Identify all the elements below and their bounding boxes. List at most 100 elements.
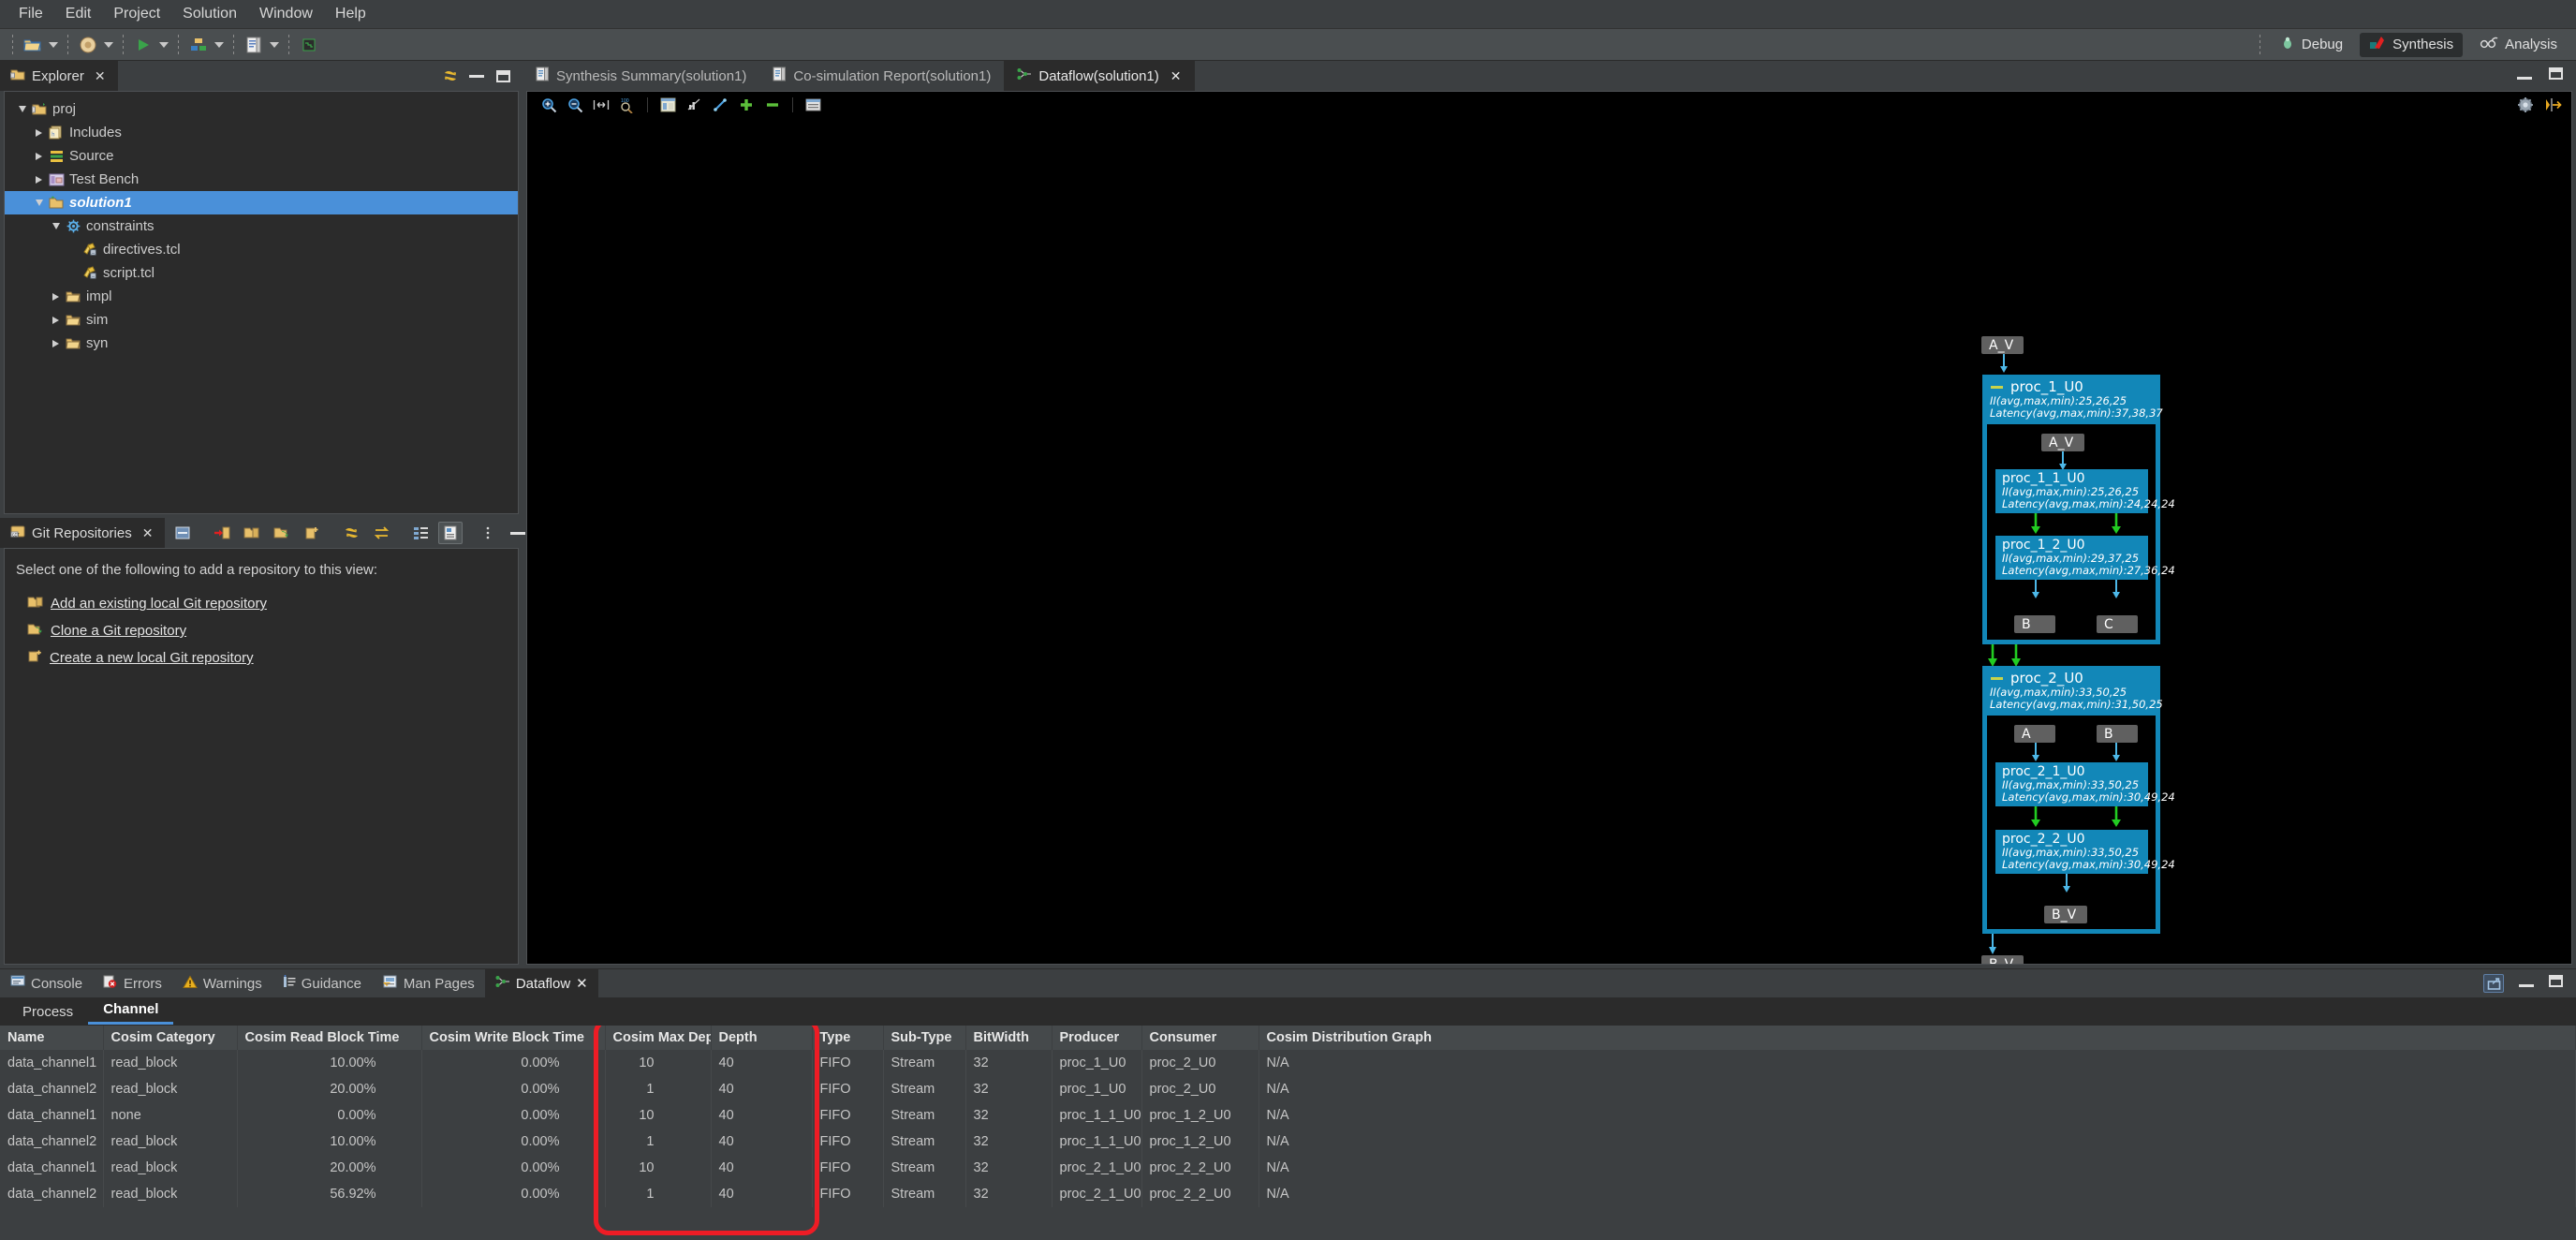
col-name[interactable]: Name: [0, 1026, 104, 1050]
graph-port-bottom-bv[interactable]: B_V: [1981, 955, 2024, 964]
graph-block-proc-1-1-u0[interactable]: proc_1_1_U0 II(avg,max,min):25,26,25 Lat…: [1995, 469, 2175, 513]
graph-port-a[interactable]: A: [2014, 725, 2055, 743]
table-row[interactable]: data_channel1 none 0.00% 0.00% 10 40 FIFO Strea…: [0, 1102, 2576, 1129]
col-cosim-max-depth[interactable]: Cosim Max Depth: [605, 1026, 712, 1050]
list-icon[interactable]: [801, 94, 825, 116]
tree-compare-icon[interactable]: [408, 522, 433, 544]
col-depth[interactable]: Depth: [711, 1026, 813, 1050]
collapse-minus-icon[interactable]: [1991, 385, 2003, 389]
menu-file[interactable]: File: [7, 4, 54, 24]
dataflow-canvas[interactable]: A_V proc_1_U0 II(avg,max,min):25,26,25 L…: [527, 118, 2571, 964]
close-icon[interactable]: ✕: [142, 525, 154, 541]
menu-edit[interactable]: Edit: [54, 4, 103, 24]
collapse-all-icon[interactable]: [760, 94, 785, 116]
graph-port-top-av[interactable]: A_V: [1981, 336, 2024, 354]
col-type[interactable]: Type: [812, 1026, 884, 1050]
graph-port-b2[interactable]: B: [2097, 725, 2138, 743]
expand-all-icon[interactable]: [734, 94, 758, 116]
graph-block-proc-2-1-u0[interactable]: proc_2_1_U0 II(avg,max,min):33,50,25 Lat…: [1995, 762, 2175, 806]
menu-window[interactable]: Window: [248, 4, 324, 24]
tab-dataflow-bottom[interactable]: Dataflow ✕: [484, 969, 598, 997]
report-icon[interactable]: [242, 33, 266, 57]
view-menu-icon[interactable]: [476, 522, 500, 544]
menu-help[interactable]: Help: [324, 4, 377, 24]
tree-item-script-tcl[interactable]: script.tcl: [5, 261, 518, 285]
maximize-icon[interactable]: [2549, 67, 2563, 84]
tab-errors[interactable]: Errors: [93, 969, 172, 997]
close-icon[interactable]: ✕: [1170, 68, 1182, 84]
tree-item-source[interactable]: Source: [5, 144, 518, 168]
perspective-analysis[interactable]: Analysis: [2470, 34, 2567, 56]
git-link-create-row[interactable]: Create a new local Git repository: [16, 644, 507, 672]
clone-repo-icon[interactable]: [270, 522, 294, 544]
collapse-all-icon[interactable]: [170, 522, 195, 544]
tree-item-test-bench[interactable]: Test Bench: [5, 168, 518, 191]
col-consumer[interactable]: Consumer: [1141, 1026, 1259, 1050]
perspective-synthesis[interactable]: Synthesis: [2360, 32, 2464, 57]
tab-explorer[interactable]: Explorer ✕: [0, 61, 118, 91]
minimize-icon[interactable]: [2519, 975, 2534, 992]
graph-port-proc1-inner-av[interactable]: A_V: [2041, 434, 2084, 451]
refresh-icon[interactable]: [339, 522, 363, 544]
git-link-add-existing-row[interactable]: Add an existing local Git repository: [16, 590, 507, 617]
subtab-process[interactable]: Process: [7, 1000, 88, 1025]
tab-warnings[interactable]: Warnings: [172, 969, 272, 997]
close-icon[interactable]: ✕: [95, 68, 106, 84]
minimize-icon[interactable]: [2517, 67, 2532, 84]
tree-item-proj[interactable]: proj: [5, 97, 518, 121]
tree-item-constraints[interactable]: constraints: [5, 214, 518, 238]
restore-icon[interactable]: [2483, 974, 2504, 993]
run-dropdown-icon[interactable]: [156, 33, 171, 57]
open-folder-icon[interactable]: [21, 33, 45, 57]
chevron-right-icon[interactable]: [31, 144, 47, 168]
tree-item-includes[interactable]: h Includes: [5, 121, 518, 144]
table-row[interactable]: data_channel2 read_block 56.92% 0.00% 1 40 FIF…: [0, 1181, 2576, 1207]
col-cosim-category[interactable]: Cosim Category: [103, 1026, 238, 1050]
perspective-debug[interactable]: Debug: [2271, 33, 2352, 57]
open-folder-dropdown-icon[interactable]: [46, 33, 61, 57]
git-link-clone[interactable]: Clone a Git repository: [51, 623, 186, 639]
graph-port-b[interactable]: B: [2014, 615, 2055, 633]
report-dropdown-icon[interactable]: [267, 33, 282, 57]
zoom-out-icon[interactable]: [563, 94, 587, 116]
maximize-icon[interactable]: [491, 65, 515, 87]
tab-man-pages[interactable]: Man Pages: [372, 969, 485, 997]
graph-block-proc-1-2-u0[interactable]: proc_1_2_U0 II(avg,max,min):29,37,25 Lat…: [1995, 536, 2175, 580]
graph-port-c[interactable]: C: [2097, 615, 2138, 633]
chevron-down-icon[interactable]: [48, 214, 64, 238]
tab-guidance[interactable]: Guidance: [272, 969, 372, 997]
path-icon[interactable]: [708, 94, 732, 116]
collapse-minus-icon[interactable]: [1991, 676, 2003, 680]
tab-console[interactable]: Console: [0, 969, 93, 997]
menu-project[interactable]: Project: [102, 4, 171, 24]
project-tree[interactable]: proj h Includes Source Test Bench solution1 co…: [5, 92, 518, 355]
fit-width-icon[interactable]: [589, 94, 613, 116]
menu-solution[interactable]: Solution: [171, 4, 248, 24]
col-cosim-write-block-time[interactable]: Cosim Write Block Time: [421, 1026, 606, 1050]
tree-item-syn[interactable]: syn: [5, 332, 518, 355]
tree-item-solution1[interactable]: solution1: [5, 191, 518, 214]
tab-synthesis-summary[interactable]: Synthesis Summary(solution1): [523, 61, 760, 91]
col-cosim-read-block-time[interactable]: Cosim Read Block Time: [237, 1026, 422, 1050]
col-sub-type[interactable]: Sub-Type: [883, 1026, 966, 1050]
zoom-100-icon[interactable]: 100: [615, 94, 640, 116]
chevron-down-icon[interactable]: [31, 191, 47, 214]
link-with-editor-icon[interactable]: [438, 65, 463, 87]
table-row[interactable]: data_channel1 read_block 20.00% 0.00% 10 40 FI…: [0, 1155, 2576, 1181]
table-row[interactable]: data_channel2 read_block 10.00% 0.00% 1 40 FIF…: [0, 1129, 2576, 1155]
switch-icon[interactable]: [369, 522, 393, 544]
channel-table-container[interactable]: Name Cosim Category Cosim Read Block Tim…: [0, 1026, 2576, 1240]
graph-block-proc2-header[interactable]: proc_2_U0 II(avg,max,min):33,50,25 Laten…: [1982, 666, 2163, 711]
layout-icon[interactable]: [655, 94, 680, 116]
tab-dataflow[interactable]: Dataflow(solution1) ✕: [1004, 61, 1195, 91]
tab-git-repositories[interactable]: GIT Git Repositories ✕: [0, 518, 166, 548]
chart-icon[interactable]: [682, 94, 706, 116]
zoom-in-icon[interactable]: [537, 94, 561, 116]
maximize-icon[interactable]: [2549, 975, 2563, 992]
minimize-icon[interactable]: [464, 65, 489, 87]
build-dropdown-icon[interactable]: [101, 33, 116, 57]
tree-item-impl[interactable]: impl: [5, 285, 518, 308]
col-cosim-distribution-graph[interactable]: Cosim Distribution Graph: [1259, 1026, 2576, 1050]
subtab-channel[interactable]: Channel: [88, 997, 174, 1025]
chip-icon[interactable]: [297, 33, 321, 57]
